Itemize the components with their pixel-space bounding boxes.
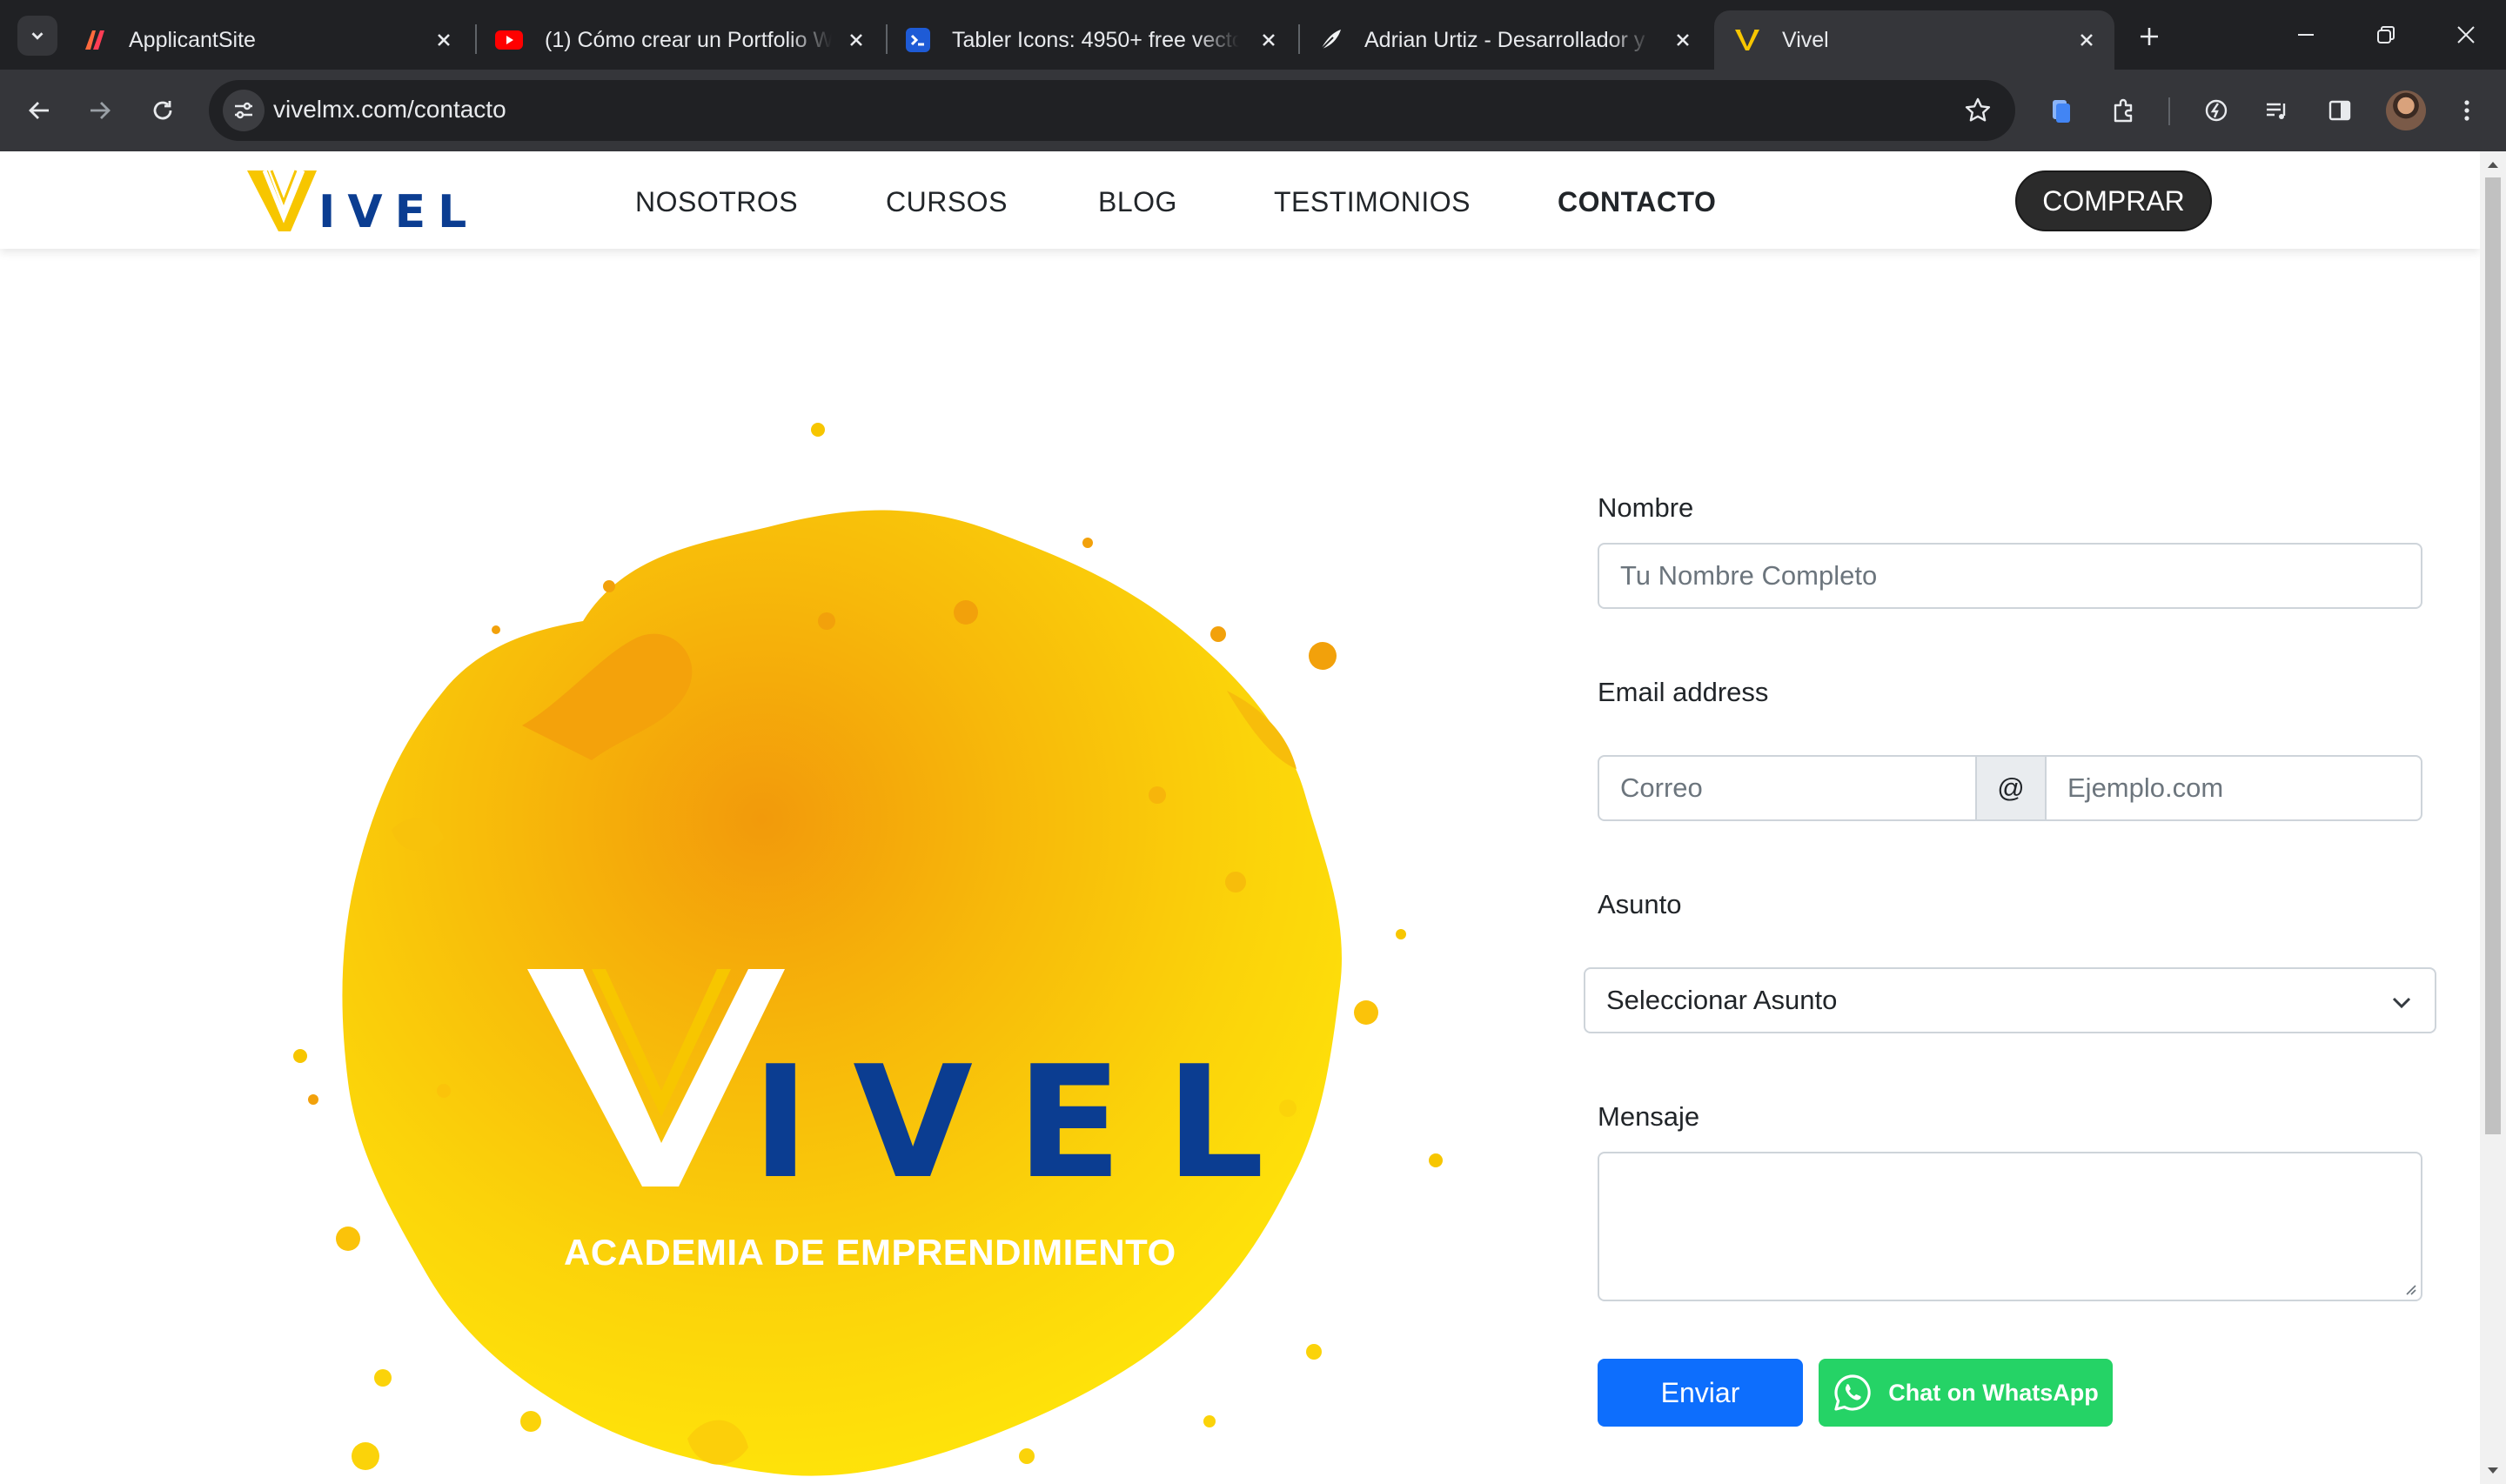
side-panel-button[interactable] — [2318, 89, 2362, 132]
close-tab-icon[interactable] — [1256, 28, 1281, 52]
nav-testimonios[interactable]: TESTIMONIOS — [1274, 186, 1471, 218]
tab-title: Tabler Icons: 4950+ free vector — [952, 27, 1239, 52]
close-tab-icon[interactable] — [1671, 28, 1695, 52]
puzzle-icon — [2114, 98, 2133, 123]
close-tab-icon[interactable] — [844, 28, 868, 52]
speed-icon — [2205, 99, 2228, 122]
performance-button[interactable] — [2194, 89, 2238, 132]
nav-nosotros[interactable]: NOSOTROS — [635, 186, 798, 218]
resize-grip-icon[interactable] — [2402, 1280, 2417, 1296]
plus-icon — [2141, 28, 2158, 45]
asunto-selected-value: Seleccionar Asunto — [1606, 985, 1838, 1015]
chevron-down-icon — [2392, 997, 2411, 1009]
whatsapp-button-label: Chat on WhatsApp — [1888, 1379, 2099, 1406]
address-bar[interactable]: vivelmx.com/contacto — [209, 80, 2015, 141]
youtube-favicon-icon — [495, 30, 523, 50]
mensaje-textarea[interactable] — [1598, 1152, 2422, 1301]
tab-applicantsite[interactable]: ApplicantSite — [63, 10, 472, 70]
tab-title: Adrian Urtiz - Desarrollador y Pr — [1364, 27, 1652, 52]
email-domain-input[interactable]: Ejemplo.com — [2045, 755, 2422, 821]
star-icon — [1965, 97, 1991, 122]
minimize-button[interactable] — [2285, 16, 2327, 54]
tune-icon — [235, 102, 252, 119]
more-vertical-icon — [2464, 100, 2469, 121]
caret-up-icon — [2488, 162, 2498, 168]
mensaje-label: Mensaje — [1598, 1101, 1700, 1132]
browser-toolbar: vivelmx.com/contacto — [0, 70, 2506, 151]
email-user-input[interactable]: Correo — [1598, 755, 1977, 821]
close-tab-icon[interactable] — [2074, 28, 2099, 52]
browser-tabstrip: ApplicantSite (1) Cómo crear un Portfoli… — [0, 0, 2506, 70]
hero-tagline: ACADEMIA DE EMPRENDIMIENTO — [564, 1232, 1176, 1273]
whatsapp-chat-button[interactable]: Chat on WhatsApp — [1819, 1359, 2113, 1427]
comprar-button[interactable]: COMPRAR — [2015, 170, 2212, 231]
site-info-button[interactable] — [223, 90, 265, 131]
scroll-thumb[interactable] — [2485, 177, 2501, 1134]
web-page: IVEL NOSOTROS CURSOS BLOG TESTIMONIOS CO… — [0, 151, 2480, 1484]
nav-contacto[interactable]: CONTACTO — [1558, 186, 1716, 218]
extensions-button[interactable] — [2102, 89, 2146, 132]
side-panel-icon — [2328, 100, 2351, 121]
minimize-icon — [2298, 34, 2314, 36]
docs-extension-icon — [2053, 100, 2070, 123]
watercolor-splash-icon — [293, 423, 1443, 1476]
tab-title: Vivel — [1782, 27, 1829, 52]
asunto-label: Asunto — [1598, 889, 1682, 919]
reload-button[interactable] — [141, 89, 184, 132]
hero-splash-image: IVEL ACADEMIA DE EMPRENDIMIENTO — [218, 325, 1523, 1484]
extension-docs-button[interactable] — [2040, 89, 2083, 132]
media-controls-button[interactable] — [2255, 89, 2299, 132]
arrow-right-icon — [90, 102, 111, 119]
profile-avatar[interactable] — [2386, 90, 2426, 130]
nav-blog[interactable]: BLOG — [1098, 186, 1177, 218]
tab-youtube[interactable]: (1) Cómo crear un Portfolio Web — [475, 10, 884, 70]
site-navbar: IVEL NOSOTROS CURSOS BLOG TESTIMONIOS CO… — [0, 151, 2480, 249]
vivel-logo[interactable]: IVEL — [245, 164, 466, 235]
reload-icon — [153, 101, 172, 120]
tab-title: (1) Cómo crear un Portfolio Web — [545, 27, 832, 52]
tab-vivel[interactable]: Vivel — [1714, 10, 2114, 70]
bookmark-star-button[interactable] — [1960, 92, 1996, 129]
whatsapp-icon — [1834, 1374, 1871, 1411]
toolbar-separator — [2168, 97, 2170, 125]
close-window-button[interactable] — [2445, 16, 2487, 54]
browser-menu-button[interactable] — [2445, 89, 2489, 132]
tab-title: ApplicantSite — [129, 27, 256, 52]
nav-cursos[interactable]: CURSOS — [886, 186, 1008, 218]
restore-button[interactable] — [2365, 16, 2407, 54]
tab-search-button[interactable] — [17, 16, 57, 56]
hero-brand-text: IVEL — [752, 1033, 1309, 1213]
back-button[interactable] — [17, 89, 61, 132]
caret-down-icon — [2488, 1467, 2498, 1474]
email-label: Email address — [1598, 677, 1769, 707]
new-tab-button[interactable] — [2130, 17, 2168, 56]
vivel-favicon-icon — [1735, 29, 1759, 50]
email-at-addon: @ — [1975, 755, 2047, 821]
forward-button[interactable] — [78, 89, 122, 132]
scroll-up-arrow[interactable] — [2485, 157, 2501, 172]
arrow-left-icon — [29, 102, 49, 119]
feather-favicon-icon — [1320, 30, 1341, 50]
queue-music-icon — [2267, 103, 2286, 119]
tab-adrian-urtiz[interactable]: Adrian Urtiz - Desarrollador y Pr — [1298, 10, 1711, 70]
enviar-button[interactable]: Enviar — [1598, 1359, 1803, 1427]
nombre-label: Nombre — [1598, 492, 1694, 523]
logo-text: IVEL — [318, 186, 479, 238]
close-tab-icon[interactable] — [432, 28, 456, 52]
applicantsite-favicon-icon — [85, 30, 104, 50]
asunto-select[interactable]: Seleccionar Asunto — [1584, 967, 2436, 1033]
chevron-down-icon — [31, 32, 44, 40]
nombre-input[interactable]: Tu Nombre Completo — [1598, 543, 2422, 609]
tabler-favicon-icon — [906, 28, 930, 52]
page-scrollbar[interactable] — [2480, 151, 2506, 1484]
url-text: vivelmx.com/contacto — [273, 96, 506, 123]
restore-icon — [2377, 26, 2395, 43]
tab-tabler-icons[interactable]: Tabler Icons: 4950+ free vector — [886, 10, 1297, 70]
close-icon — [2457, 26, 2475, 43]
scroll-down-arrow[interactable] — [2485, 1463, 2501, 1479]
